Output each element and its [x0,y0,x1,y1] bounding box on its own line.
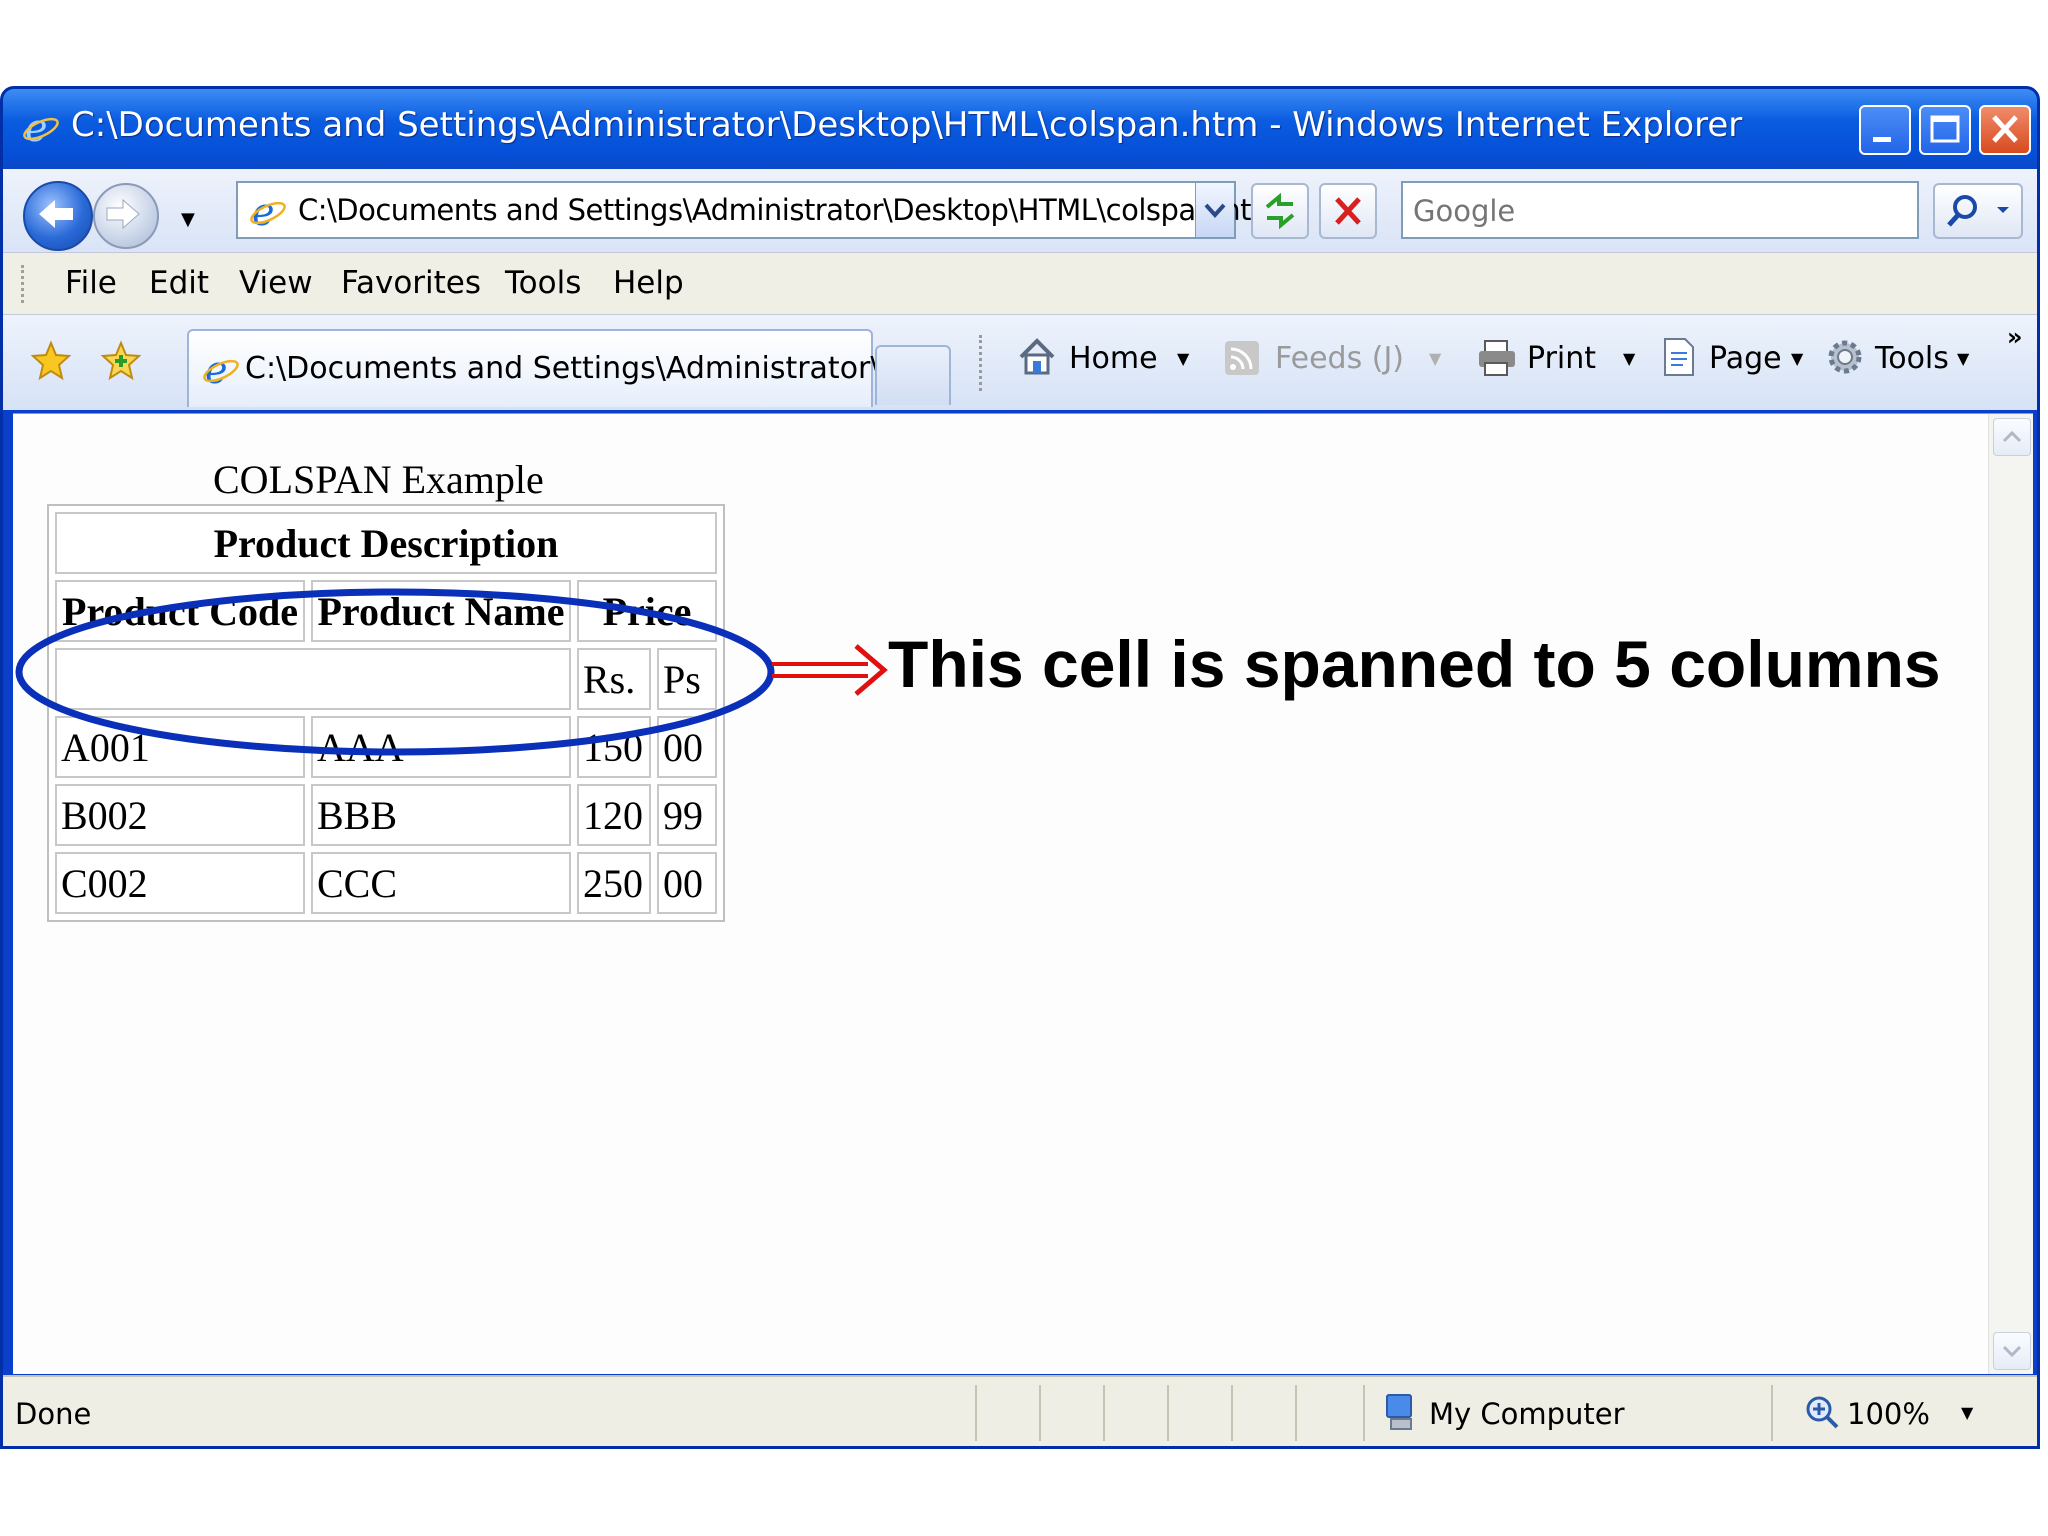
annotation-text: This cell is spanned to 5 columns [888,627,1941,701]
annotation-overlay [15,588,888,756]
annotation-arrow [772,644,888,696]
annotation-ellipse [15,588,775,756]
